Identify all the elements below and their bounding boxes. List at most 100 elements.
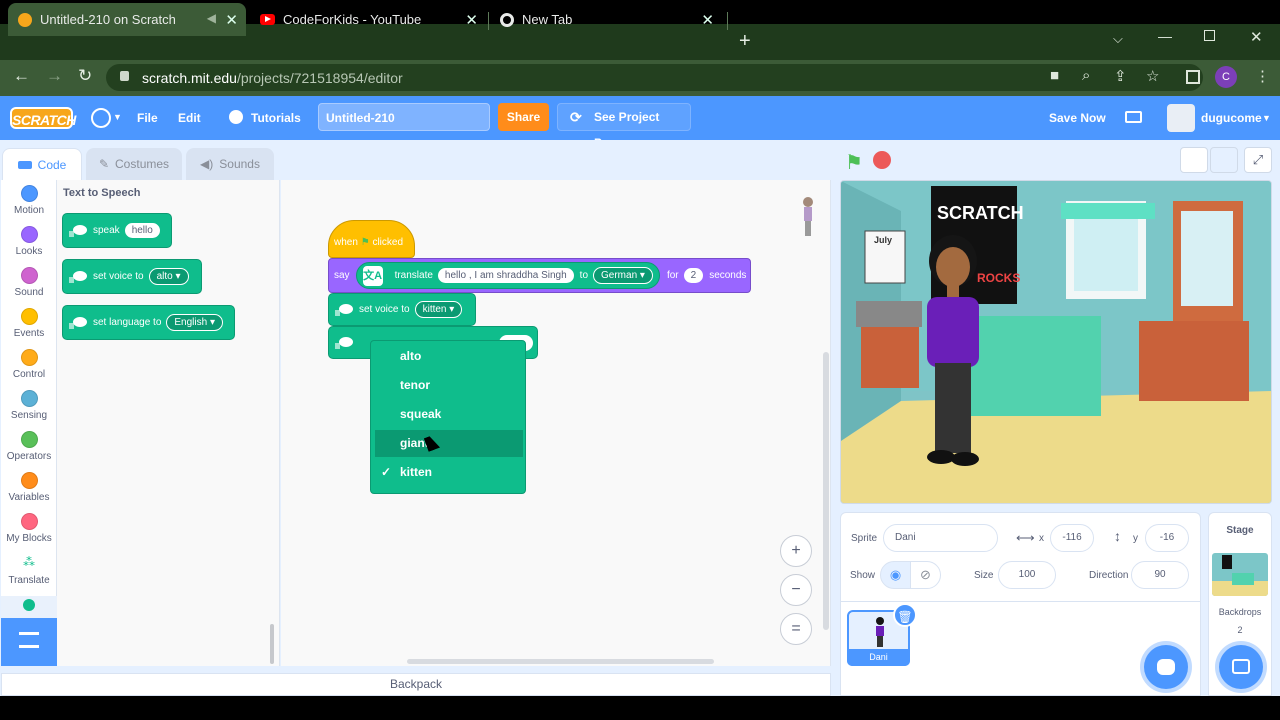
new-tab-icon[interactable]: + — [739, 30, 751, 53]
delete-sprite-icon[interactable]: 🗑 — [893, 603, 917, 627]
address-bar[interactable]: scratch.mit.edu/projects/721518954/edito… — [106, 64, 1203, 91]
category-variables[interactable]: Variables — [1, 472, 57, 503]
backpack[interactable]: Backpack — [1, 673, 831, 696]
close-window-icon[interactable]: ✕ — [1250, 28, 1263, 46]
set-voice-script-block[interactable]: set voice to kitten ▾ — [328, 293, 476, 326]
when-flag-clicked-block[interactable]: when ⚑ clicked — [328, 220, 415, 258]
tab-sounds[interactable]: ◀) Sounds — [186, 148, 274, 180]
choose-sprite-button[interactable] — [1144, 645, 1188, 689]
my-stuff-folder-icon[interactable] — [1125, 111, 1142, 123]
share-icon[interactable]: ⇪ — [1114, 67, 1127, 85]
tab-code[interactable]: Code — [2, 148, 82, 180]
green-flag-button[interactable]: ⚑ — [845, 150, 863, 175]
username[interactable]: dugucome — [1201, 111, 1262, 125]
tab-scratch[interactable]: Untitled-210 on Scratch ◀ ✕ — [8, 3, 246, 36]
x-input[interactable]: -116 — [1050, 524, 1094, 552]
category-my-blocks[interactable]: My Blocks — [1, 513, 57, 544]
profile-avatar[interactable]: C — [1215, 66, 1237, 88]
account-caret-icon[interactable]: ▼ — [1262, 113, 1271, 123]
reload-icon[interactable]: ↻ — [78, 66, 92, 86]
translate-text-input[interactable]: hello , I am shraddha Singh — [437, 268, 574, 283]
normal-stage-button[interactable] — [1210, 147, 1238, 173]
add-extension-button[interactable] — [1, 618, 57, 666]
stop-button[interactable] — [873, 151, 891, 169]
zoom-icon[interactable]: ⌕ — [1082, 67, 1090, 84]
voice-option[interactable]: alto — [375, 343, 523, 370]
code-icon — [17, 160, 32, 169]
share-button[interactable]: Share — [498, 103, 549, 131]
y-label: y — [1133, 533, 1138, 544]
voice-dropdown-menu: alto tenor squeak giant ✓ kitten — [370, 340, 526, 494]
category-text-to-speech[interactable] — [1, 596, 57, 618]
minimize-icon[interactable]: — — [1158, 28, 1172, 44]
voice-option-selected[interactable]: ✓ kitten — [375, 459, 523, 486]
seconds-input[interactable]: 2 — [683, 268, 704, 283]
restore-icon[interactable] — [1204, 30, 1215, 41]
category-control[interactable]: Control — [1, 349, 57, 380]
target-language-dropdown[interactable]: German ▾ — [593, 267, 653, 284]
category-motion[interactable]: Motion — [1, 185, 57, 216]
script-voice-dropdown[interactable]: kitten ▾ — [414, 301, 463, 318]
category-sensing[interactable]: Sensing — [1, 390, 57, 421]
zoom-reset-button[interactable]: = — [780, 613, 812, 645]
close-tab-icon[interactable]: ✕ — [701, 11, 714, 29]
side-panel-icon[interactable] — [1186, 70, 1200, 84]
sprite-dani[interactable] — [913, 233, 993, 483]
category-looks[interactable]: Looks — [1, 226, 57, 257]
set-language-block[interactable]: set language to English ▾ — [62, 305, 235, 340]
zoom-out-button[interactable]: − — [780, 574, 812, 606]
say-for-seconds-block[interactable]: say 文A translate hello , I am shraddha S… — [328, 258, 751, 293]
script-vertical-scrollbar[interactable] — [823, 352, 829, 630]
show-visible-eye-icon[interactable]: ◉ — [880, 561, 911, 589]
tab-search-chevron-icon[interactable]: ⌵ — [1113, 31, 1123, 47]
small-stage-button[interactable] — [1180, 147, 1208, 173]
palette-scrollbar[interactable] — [270, 624, 274, 664]
tab-costumes[interactable]: ✎ Costumes — [86, 148, 182, 180]
translate-reporter-block[interactable]: 文A translate hello , I am shraddha Singh… — [355, 262, 660, 289]
fullscreen-icon[interactable]: ⤢ — [1244, 147, 1272, 173]
back-icon[interactable]: ← — [13, 66, 30, 86]
direction-input[interactable]: 90 — [1131, 561, 1189, 589]
tab-youtube[interactable]: CodeForKids - YouTube ✕ — [250, 3, 486, 36]
see-project-page-button[interactable]: ⟳See Project Page — [557, 103, 691, 150]
language-globe-icon[interactable] — [91, 108, 111, 128]
close-tab-icon[interactable]: ✕ — [225, 11, 238, 29]
sprite-name-input[interactable]: Dani — [883, 524, 998, 552]
voice-dropdown[interactable]: alto ▾ — [148, 268, 189, 285]
bookmark-star-icon[interactable]: ☆ — [1146, 67, 1159, 85]
user-avatar[interactable] — [1167, 104, 1195, 132]
choose-backdrop-button[interactable] — [1219, 645, 1263, 689]
category-events[interactable]: Events — [1, 308, 57, 339]
category-sound[interactable]: Sound — [1, 267, 57, 298]
speak-block[interactable]: speak hello — [62, 213, 172, 248]
category-translate[interactable]: ⁂ Translate — [1, 555, 57, 586]
tutorials-menu[interactable]: Tutorials — [251, 111, 301, 125]
for-label: for — [666, 270, 679, 281]
mute-icon[interactable]: ◀ — [207, 11, 216, 25]
close-tab-icon[interactable]: ✕ — [465, 11, 478, 29]
voice-option-hovered[interactable]: giant — [375, 430, 523, 457]
script-horizontal-scrollbar[interactable] — [407, 659, 714, 664]
camera-icon[interactable]: ■ — [1050, 67, 1059, 84]
edit-menu[interactable]: Edit — [178, 111, 201, 125]
show-hidden-eye-icon[interactable]: ⊘ — [910, 561, 941, 589]
scratch-logo[interactable]: SCRATCH — [10, 107, 76, 129]
save-now-button[interactable]: Save Now — [1049, 111, 1106, 125]
speak-text-input[interactable]: hello — [124, 223, 160, 238]
voice-option[interactable]: tenor — [375, 372, 523, 399]
zoom-in-button[interactable]: + — [780, 535, 812, 567]
browser-menu-icon[interactable]: ⋮ — [1255, 67, 1270, 85]
set-voice-block[interactable]: set voice to alto ▾ — [62, 259, 202, 294]
y-input[interactable]: -16 — [1145, 524, 1189, 552]
voice-option[interactable]: squeak — [375, 401, 523, 428]
size-input[interactable]: 100 — [998, 561, 1056, 589]
tab-new[interactable]: New Tab ✕ — [490, 3, 722, 36]
file-menu[interactable]: File — [137, 111, 158, 125]
category-dot — [20, 267, 38, 284]
stage[interactable]: July SCRATCH ROCKS — [840, 180, 1272, 504]
category-operators[interactable]: Operators — [1, 431, 57, 462]
language-dropdown[interactable]: English ▾ — [166, 314, 224, 331]
block-label: set voice to — [93, 271, 144, 282]
category-label: My Blocks — [6, 533, 52, 544]
project-title-input[interactable]: Untitled-210 — [318, 103, 490, 131]
